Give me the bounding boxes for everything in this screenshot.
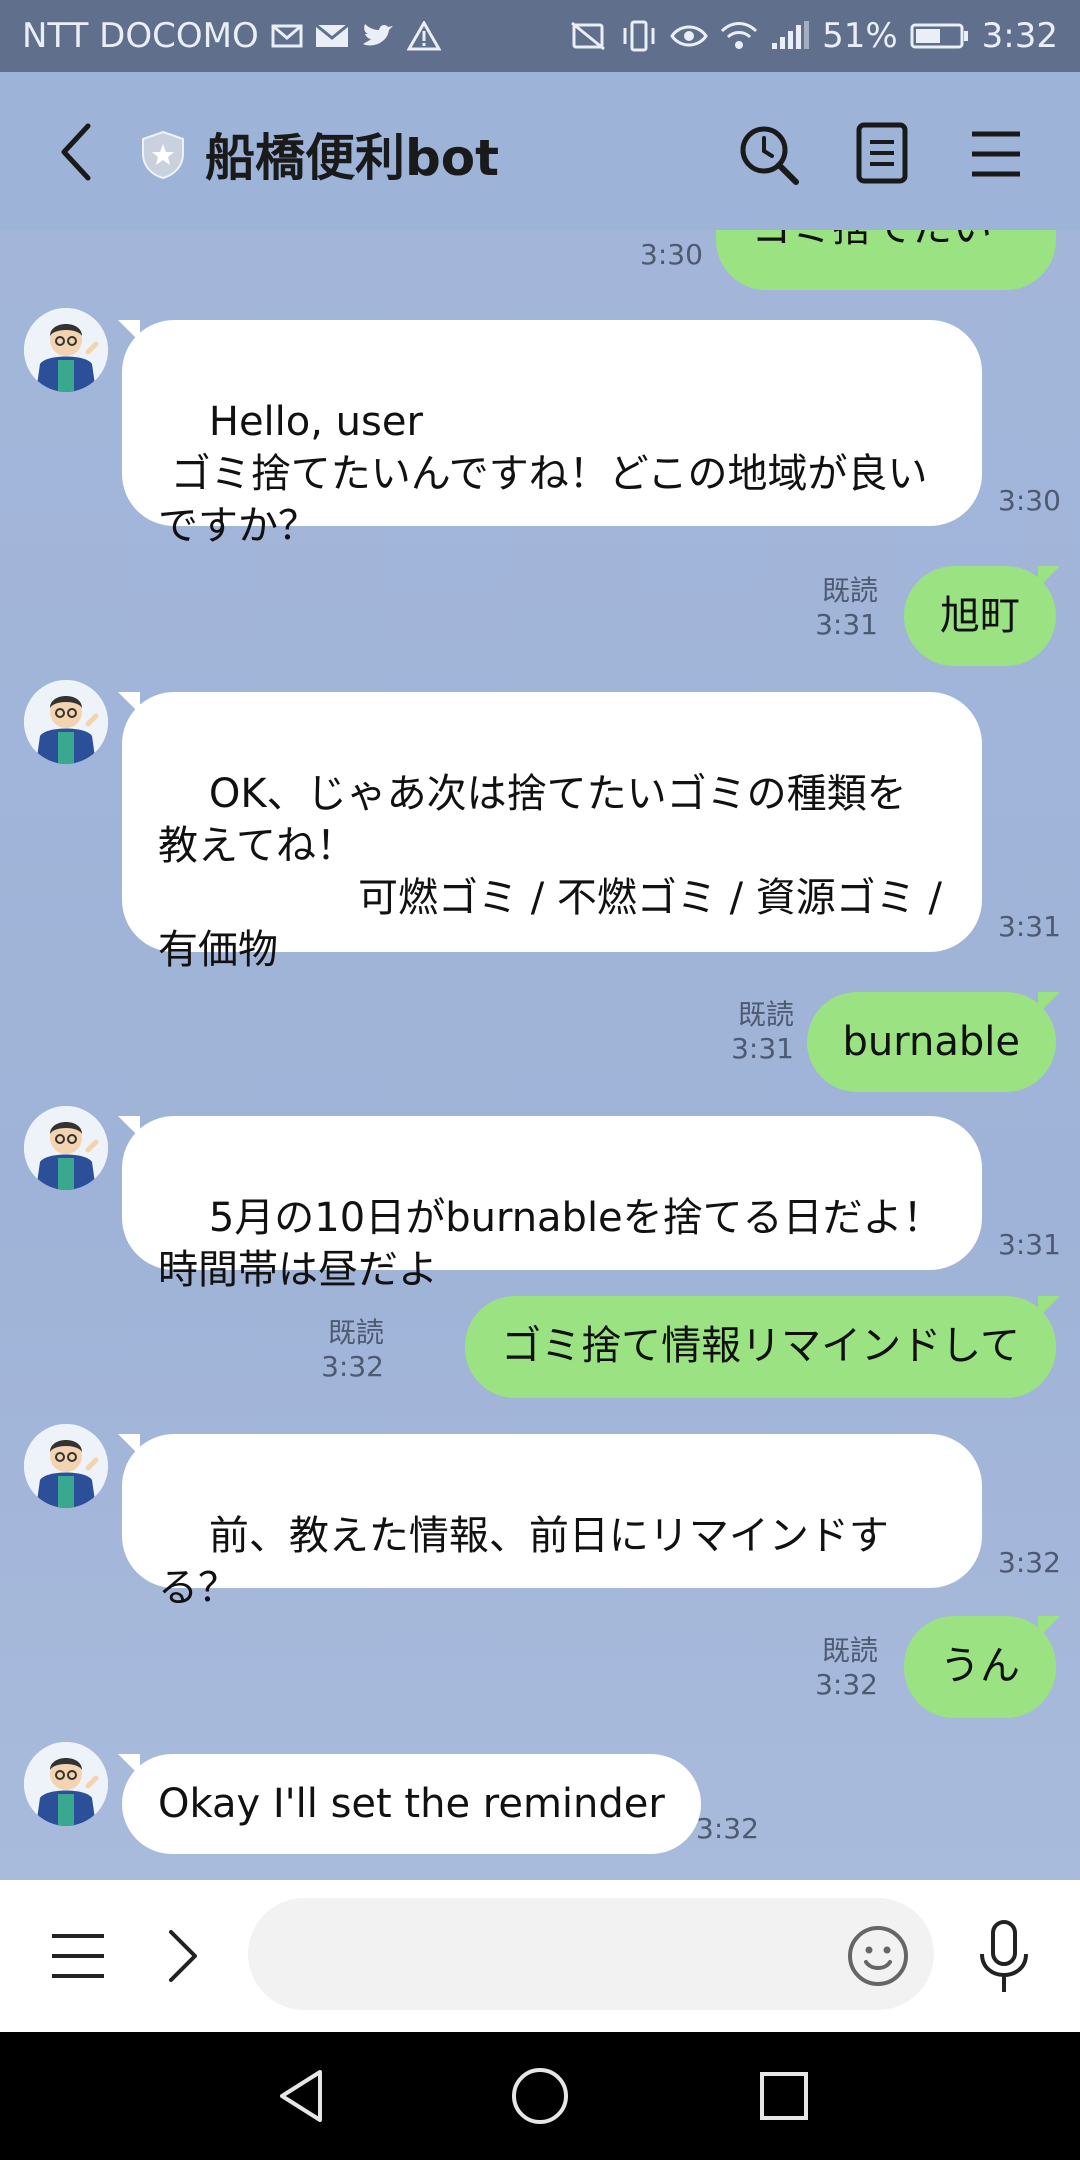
signal-icon: [770, 21, 810, 51]
eye-icon: [670, 22, 708, 50]
nav-home-icon[interactable]: [508, 2064, 572, 2128]
search-clock-icon[interactable]: [738, 124, 800, 186]
message-text: ゴミ捨て情報リマインドして: [501, 1323, 1020, 1369]
menu-icon[interactable]: [970, 128, 1022, 180]
vibrate-icon: [620, 20, 658, 52]
message-time: 3:32: [321, 1350, 384, 1383]
outgoing-message[interactable]: ゴミ捨てたい: [716, 230, 1056, 290]
message-time: 3:30: [998, 484, 1061, 517]
mail-outline-icon: [271, 22, 303, 50]
read-receipt: 既読 3:31: [731, 998, 794, 1066]
microphone-icon[interactable]: [976, 1920, 1032, 1994]
bot-avatar[interactable]: [24, 308, 108, 392]
message-time: 3:32: [998, 1546, 1061, 1579]
note-icon[interactable]: [856, 122, 908, 184]
wifi-icon: [720, 21, 758, 51]
nav-back-icon[interactable]: [272, 2066, 332, 2126]
menu-icon[interactable]: [50, 1930, 106, 1982]
outgoing-message[interactable]: うん: [904, 1616, 1060, 1718]
nav-recent-icon[interactable]: [756, 2068, 812, 2124]
message-text: burnable: [842, 1019, 1020, 1065]
chevron-right-icon[interactable]: [165, 1928, 201, 1984]
carrier-label: NTT DOCOMO: [22, 16, 259, 56]
bot-avatar[interactable]: [24, 1424, 108, 1508]
shield-icon: [140, 130, 186, 180]
battery-percent: 51%: [822, 16, 898, 56]
message-text: Hello, user ゴミ捨てたいんですね！どこの地域が良いですか？: [158, 399, 928, 549]
message-text: 前、教えた情報、前日にリマインドする？: [158, 1513, 889, 1611]
bot-avatar[interactable]: [24, 1742, 108, 1826]
message-text: うん: [940, 1643, 1020, 1689]
status-bar: NTT DOCOMO 51% 3:32: [0, 0, 1080, 72]
message-input[interactable]: [248, 1898, 934, 2010]
outgoing-message[interactable]: 旭町: [904, 566, 1060, 666]
outgoing-message[interactable]: burnable: [806, 992, 1061, 1092]
message-text: OK、じゃあ次は捨てたいゴミの種類を教えてね！ 可燃ゴミ / 不燃ゴミ / 資源…: [158, 771, 943, 973]
chat-header: 船橋便利bot: [0, 72, 1080, 232]
outgoing-message[interactable]: ゴミ捨て情報リマインドして: [465, 1296, 1060, 1398]
no-sim-icon: [568, 21, 608, 51]
chat-title: 船橋便利bot: [205, 129, 500, 187]
message-time: 3:31: [815, 608, 878, 641]
incoming-message[interactable]: 5月の10日がburnableを捨てる日だよ！ 時間帯は昼だよ: [118, 1116, 982, 1293]
read-label: 既読: [737, 998, 794, 1031]
chat-area[interactable]: ゴミ捨てたい 3:30 Hello, user ゴミ捨てたいんですね！どこの地域…: [0, 230, 1080, 1880]
message-text: Okay I'll set the reminder: [158, 1781, 665, 1827]
system-nav-bar: [0, 2032, 1080, 2160]
read-label: 既読: [821, 574, 878, 607]
message-time: 3:32: [815, 1668, 878, 1701]
message-text: ゴミ捨てたい: [752, 230, 992, 251]
back-arrow-icon[interactable]: [52, 122, 102, 182]
message-time: 3:31: [998, 1228, 1061, 1261]
warning-icon: [406, 21, 441, 51]
message-time: 3:30: [640, 238, 703, 271]
message-time: 3:31: [731, 1032, 794, 1065]
read-receipt: 既読 3:32: [321, 1316, 384, 1384]
battery-icon: [910, 21, 970, 51]
message-text: 5月の10日がburnableを捨てる日だよ！ 時間帯は昼だよ: [158, 1195, 943, 1293]
read-receipt: 既読 3:32: [815, 1634, 878, 1702]
read-receipt: 既読 3:31: [815, 574, 878, 642]
message-time: 3:32: [696, 1812, 759, 1845]
message-text: 旭町: [940, 593, 1020, 639]
mail-icon: [314, 22, 349, 50]
message-input-bar: [0, 1880, 1080, 2032]
incoming-message[interactable]: 前、教えた情報、前日にリマインドする？: [118, 1434, 982, 1611]
incoming-message[interactable]: Okay I'll set the reminder: [118, 1754, 701, 1854]
message-time: 3:31: [998, 910, 1061, 943]
incoming-message[interactable]: Hello, user ゴミ捨てたいんですね！どこの地域が良いですか？: [118, 320, 982, 549]
bot-avatar[interactable]: [24, 680, 108, 764]
emoji-icon[interactable]: [846, 1924, 910, 1988]
status-time: 3:32: [981, 16, 1058, 56]
incoming-message[interactable]: OK、じゃあ次は捨てたいゴミの種類を教えてね！ 可燃ゴミ / 不燃ゴミ / 資源…: [118, 692, 982, 973]
twitter-icon: [361, 22, 395, 50]
read-label: 既読: [821, 1634, 878, 1667]
read-label: 既読: [327, 1316, 384, 1349]
bot-avatar[interactable]: [24, 1106, 108, 1190]
